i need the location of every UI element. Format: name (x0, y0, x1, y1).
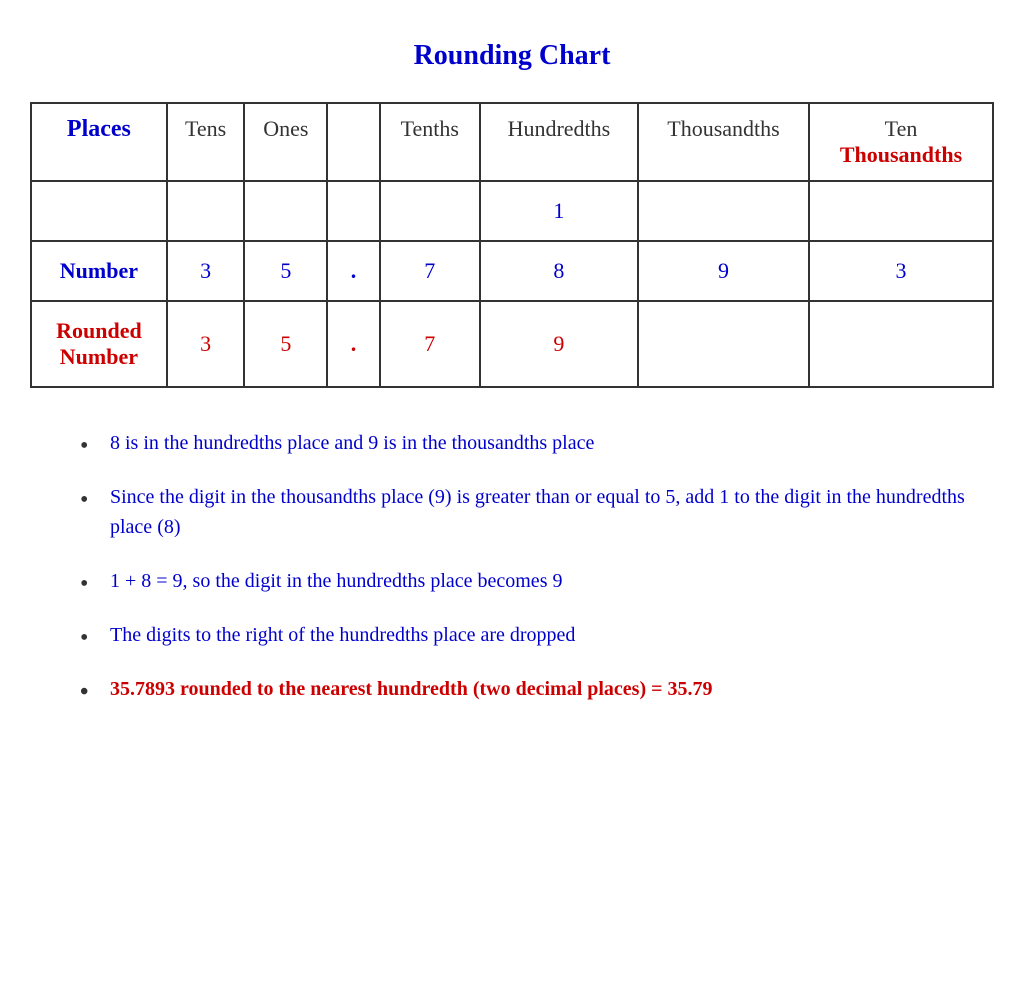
rounded-ten-thousandths (809, 301, 993, 387)
header-decimal (327, 103, 379, 181)
number-hundredths: 8 (480, 241, 638, 301)
bullet-4: The digits to the right of the hundredth… (80, 620, 974, 650)
bullet-1: 8 is in the hundredths place and 9 is in… (80, 428, 974, 458)
header-hundredths: Hundredths (480, 103, 638, 181)
carry-hundredths: 1 (480, 181, 638, 241)
header-tenths: Tenths (380, 103, 480, 181)
carry-label (31, 181, 167, 241)
table-header-row: Places Tens Ones Tenths Hundredths Thous… (31, 103, 993, 181)
rounded-decimal: . (327, 301, 379, 387)
bullet-2: Since the digit in the thousandths place… (80, 482, 974, 542)
number-tenths: 7 (380, 241, 480, 301)
ten-thousandths-line1: Ten (885, 116, 918, 141)
header-places: Places (31, 103, 167, 181)
rounded-tenths: 7 (380, 301, 480, 387)
number-ones: 5 (244, 241, 327, 301)
rounded-thousandths (638, 301, 809, 387)
bullet-5: 35.7893 rounded to the nearest hundredth… (80, 674, 974, 704)
carry-tens (167, 181, 245, 241)
rounded-ones: 5 (244, 301, 327, 387)
rounded-tens: 3 (167, 301, 245, 387)
header-ones: Ones (244, 103, 327, 181)
rounded-hundredths: 9 (480, 301, 638, 387)
table-rounded-row: Rounded Number 3 5 . 7 9 (31, 301, 993, 387)
page-title: Rounding Chart (30, 40, 994, 72)
number-decimal: . (327, 241, 379, 301)
explanation-list: 8 is in the hundredths place and 9 is in… (60, 428, 994, 704)
header-thousandths: Thousandths (638, 103, 809, 181)
rounded-label: Rounded Number (31, 301, 167, 387)
number-thousandths: 9 (638, 241, 809, 301)
header-ten-thousandths: Ten Thousandths (809, 103, 993, 181)
rounded-label-line2: Number (60, 344, 138, 369)
header-tens: Tens (167, 103, 245, 181)
number-ten-thousandths: 3 (809, 241, 993, 301)
bullet-3: 1 + 8 = 9, so the digit in the hundredth… (80, 566, 974, 596)
ten-thousandths-line2: Thousandths (840, 142, 962, 167)
carry-ten-thousandths (809, 181, 993, 241)
rounding-chart-table: Places Tens Ones Tenths Hundredths Thous… (30, 102, 994, 388)
rounded-label-line1: Rounded (56, 318, 142, 343)
carry-ones (244, 181, 327, 241)
number-label: Number (31, 241, 167, 301)
carry-decimal (327, 181, 379, 241)
carry-thousandths (638, 181, 809, 241)
number-tens: 3 (167, 241, 245, 301)
table-carry-row: 1 (31, 181, 993, 241)
carry-tenths (380, 181, 480, 241)
table-number-row: Number 3 5 . 7 8 9 3 (31, 241, 993, 301)
